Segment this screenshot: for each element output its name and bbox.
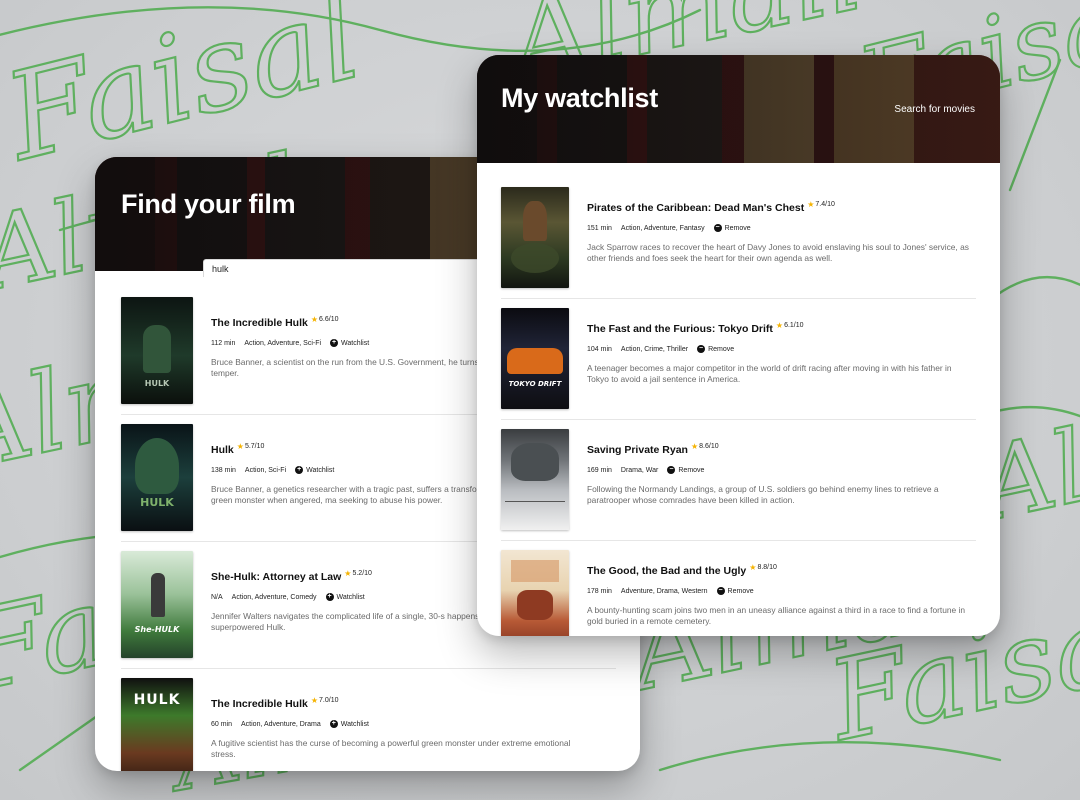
minus-circle-icon: − <box>716 587 725 595</box>
rating: ★ 7.0/10 <box>310 696 339 705</box>
plus-circle-icon: + <box>330 339 339 347</box>
add-to-watchlist-button[interactable]: + Watchlist <box>295 466 334 474</box>
list-item: HULK The Incredible Hulk ★ 7.0/10 60 min … <box>121 678 616 771</box>
remove-from-watchlist-button[interactable]: − Remove <box>716 587 754 595</box>
bg-stroke <box>0 6 702 53</box>
star-icon: ★ <box>775 321 784 330</box>
film-title: The Incredible Hulk <box>211 698 308 710</box>
genres: Action, Crime, Thriller <box>620 345 689 353</box>
film-title: The Good, the Bad and the Ugly <box>587 565 747 577</box>
movie-poster: TOKYO DRIFT <box>501 308 569 409</box>
star-icon: ★ <box>310 696 319 705</box>
remove-from-watchlist-button[interactable]: − Remove <box>667 466 704 474</box>
star-icon: ★ <box>236 442 244 451</box>
film-description: A fugitive scientist has the curse of be… <box>211 738 571 760</box>
page-title: My watchlist <box>501 83 658 113</box>
movie-poster <box>501 429 569 530</box>
watchlist-panel: My watchlist Search for movies Pirates o… <box>477 55 1000 636</box>
plus-circle-icon: + <box>325 593 334 601</box>
movie-poster: She-HULK <box>121 551 193 658</box>
genres: Adventure, Drama, Western <box>620 587 708 595</box>
bg-stroke <box>658 741 1002 772</box>
runtime: 138 min <box>211 466 236 474</box>
plus-circle-icon: + <box>295 466 304 474</box>
list-item: Saving Private Ryan ★ 8.6/10 169 min Dram… <box>501 429 976 541</box>
star-icon: ★ <box>344 569 352 578</box>
film-title: Hulk <box>211 444 234 456</box>
film-title: The Fast and the Furious: Tokyo Drift <box>587 323 773 335</box>
film-title: The Incredible Hulk <box>211 317 308 329</box>
plus-circle-icon: + <box>329 720 338 728</box>
runtime: 112 min <box>211 339 236 347</box>
genres: Action, Sci-Fi <box>244 466 287 474</box>
runtime: 60 min <box>211 720 233 728</box>
star-icon: ★ <box>690 442 699 451</box>
runtime: 104 min <box>587 345 612 353</box>
rating: ★ 7.4/10 <box>807 200 835 209</box>
genres: Drama, War <box>620 466 659 474</box>
film-title: She-Hulk: Attorney at Law <box>211 571 342 583</box>
film-description: A bounty-hunting scam joins two men in a… <box>587 605 966 627</box>
list-item: TOKYO DRIFT The Fast and the Furious: To… <box>501 308 976 420</box>
runtime: N/A <box>211 593 223 601</box>
star-icon: ★ <box>749 563 757 572</box>
rating: ★ 8.6/10 <box>690 442 719 451</box>
movie-poster <box>501 187 569 288</box>
genres: Action, Adventure, Sci-Fi <box>244 339 322 347</box>
film-description: Following the Normandy Landings, a group… <box>587 484 939 506</box>
minus-circle-icon: − <box>697 345 706 353</box>
list-item: Pirates of the Caribbean: Dead Man's Che… <box>501 187 976 299</box>
runtime: 178 min <box>587 587 612 595</box>
search-for-movies-link[interactable]: Search for movies <box>894 104 975 115</box>
film-description: Jack Sparrow races to recover the heart … <box>587 242 969 264</box>
film-title: Saving Private Ryan <box>587 444 688 456</box>
film-description: A teenager becomes a major competitor in… <box>587 363 952 385</box>
star-icon: ★ <box>807 200 815 209</box>
movie-poster: HULK <box>121 424 193 531</box>
rating: ★ 5.2/10 <box>344 569 372 578</box>
movie-poster: HULK <box>121 297 193 404</box>
rating: ★ 6.1/10 <box>775 321 804 330</box>
add-to-watchlist-button[interactable]: + Watchlist <box>325 593 365 601</box>
minus-circle-icon: − <box>713 224 722 232</box>
minus-circle-icon: − <box>667 466 676 474</box>
genres: Action, Adventure, Comedy <box>231 593 317 601</box>
list-item: The Good, the Bad and the Ugly ★ 8.8/10 1… <box>501 550 976 636</box>
add-to-watchlist-button[interactable]: + Watchlist <box>330 339 369 347</box>
remove-from-watchlist-button[interactable]: − Remove <box>713 224 751 232</box>
add-to-watchlist-button[interactable]: + Watchlist <box>329 720 369 728</box>
rating: ★ 8.8/10 <box>749 563 777 572</box>
bg-stroke <box>1008 58 1062 192</box>
remove-from-watchlist-button[interactable]: − Remove <box>697 345 734 353</box>
watchlist-list: Pirates of the Caribbean: Dead Man's Che… <box>477 179 1000 636</box>
film-title: Pirates of the Caribbean: Dead Man's Che… <box>587 202 805 214</box>
bg-stroke <box>988 275 1080 302</box>
page-title: Find your film <box>121 189 296 219</box>
search-input[interactable] <box>203 259 483 277</box>
genres: Action, Adventure, Fantasy <box>620 224 705 232</box>
runtime: 169 min <box>587 466 612 474</box>
runtime: 151 min <box>587 224 612 232</box>
star-icon: ★ <box>310 315 319 324</box>
rating: ★ 5.7/10 <box>236 442 265 451</box>
genres: Action, Adventure, Drama <box>241 720 321 728</box>
movie-poster: HULK <box>121 678 193 771</box>
rating: ★ 6.6/10 <box>310 315 339 324</box>
watchlist-header: My watchlist Search for movies <box>477 55 1000 163</box>
movie-poster <box>501 550 569 636</box>
